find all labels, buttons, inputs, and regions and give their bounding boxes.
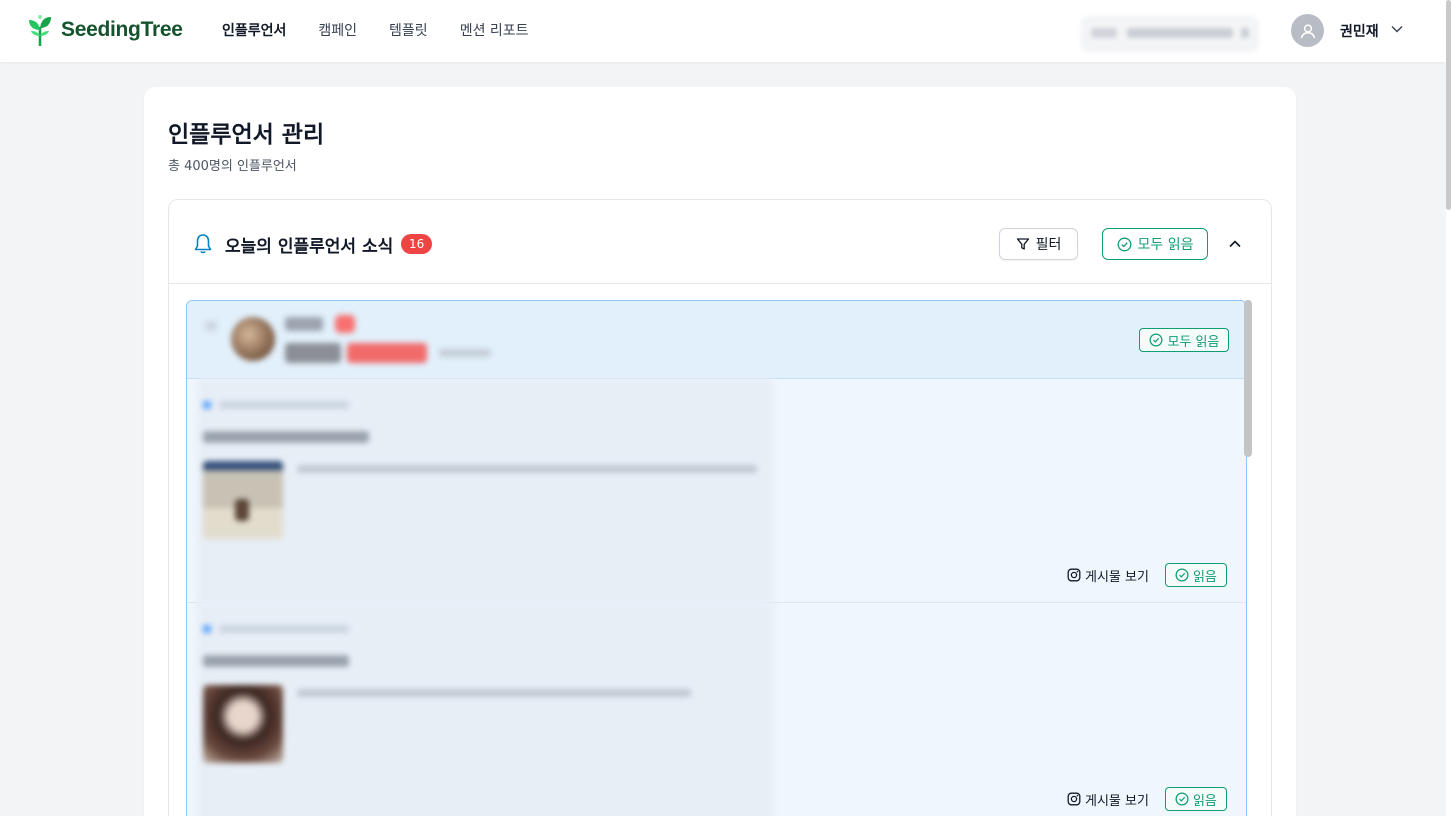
news-title: 오늘의 인플루언서 소식	[225, 237, 394, 257]
news-item: 게시물 보기 읽음	[187, 379, 1246, 603]
main-nav: 인플루언서 캠페인 템플릿 멘션 리포트	[222, 20, 529, 40]
news-header: 오늘의 인플루언서 소식 16 필터 모두 읽음	[169, 200, 1271, 284]
instagram-icon	[1067, 568, 1081, 582]
chevron-down-icon[interactable]	[1390, 22, 1404, 36]
account-selector[interactable]	[1081, 16, 1259, 52]
check-circle-icon	[1175, 792, 1189, 806]
mark-read-label: 읽음	[1192, 569, 1217, 585]
mark-read-button[interactable]: 읽음	[1164, 563, 1227, 587]
brand-logo[interactable]: SeedingTree	[27, 14, 183, 46]
check-circle-icon	[1117, 237, 1131, 251]
unread-count-badge: 16	[401, 234, 433, 254]
news-item-actions: 게시물 보기 읽음	[1067, 563, 1227, 587]
check-circle-icon	[1175, 568, 1189, 582]
view-post-label: 게시물 보기	[1085, 793, 1149, 809]
view-post-link[interactable]: 게시물 보기	[1067, 566, 1149, 585]
instagram-icon	[1067, 792, 1081, 806]
nav-item-campaigns[interactable]: 캠페인	[318, 20, 357, 40]
influencer-management-panel: 인플루언서 관리 총 400명의 인플루언서 오늘의 인플루언서 소식 16 필…	[144, 87, 1296, 816]
group-mark-all-read-button[interactable]: 모두 읽음	[1139, 328, 1229, 352]
post-preview-blurred	[197, 603, 773, 816]
page-title: 인플루언서 관리	[168, 122, 325, 148]
post-preview-blurred	[197, 379, 773, 603]
mark-read-button[interactable]: 읽음	[1164, 787, 1227, 811]
nav-item-templates[interactable]: 템플릿	[389, 20, 428, 40]
chevron-up-icon[interactable]	[1227, 236, 1243, 252]
filter-button[interactable]: 필터	[999, 228, 1078, 260]
news-list-scrollbar[interactable]	[1244, 300, 1252, 800]
user-name[interactable]: 권민재	[1340, 21, 1379, 41]
page-scrollbar[interactable]	[1446, 0, 1451, 816]
nav-item-mention-report[interactable]: 멘션 리포트	[460, 20, 529, 40]
view-post-label: 게시물 보기	[1085, 569, 1149, 585]
filter-label: 필터	[1035, 237, 1062, 253]
top-navigation-bar: SeedingTree 인플루언서 캠페인 템플릿 멘션 리포트 권민재	[0, 0, 1446, 62]
nav-item-influencers[interactable]: 인플루언서	[222, 20, 286, 40]
bell-icon	[194, 234, 212, 254]
news-item: 게시물 보기 읽음	[187, 603, 1246, 816]
influencer-profile-blurred	[195, 307, 775, 379]
view-post-link[interactable]: 게시물 보기	[1067, 790, 1149, 809]
check-circle-icon	[1149, 333, 1162, 347]
user-avatar[interactable]	[1291, 14, 1324, 47]
page-subtitle: 총 400명의 인플루언서	[168, 159, 297, 174]
mark-all-read-label: 모두 읽음	[1137, 237, 1194, 253]
group-mark-all-read-label: 모두 읽음	[1167, 334, 1220, 350]
news-list: 모두 읽음 게시물 보기 읽음 게시물 보기 읽음	[186, 300, 1247, 816]
influencer-news-card: 오늘의 인플루언서 소식 16 필터 모두 읽음 모두 읽음 게시물 보기 읽음…	[168, 199, 1272, 816]
influencer-group-header[interactable]: 모두 읽음	[187, 301, 1246, 379]
mark-all-read-button[interactable]: 모두 읽음	[1102, 228, 1208, 260]
filter-icon	[1016, 238, 1029, 250]
news-item-actions: 게시물 보기 읽음	[1067, 787, 1227, 811]
seedling-logo-icon	[29, 15, 51, 46]
user-icon	[1300, 23, 1315, 38]
mark-read-label: 읽음	[1192, 793, 1217, 809]
brand-name: SeedingTree	[61, 18, 183, 41]
